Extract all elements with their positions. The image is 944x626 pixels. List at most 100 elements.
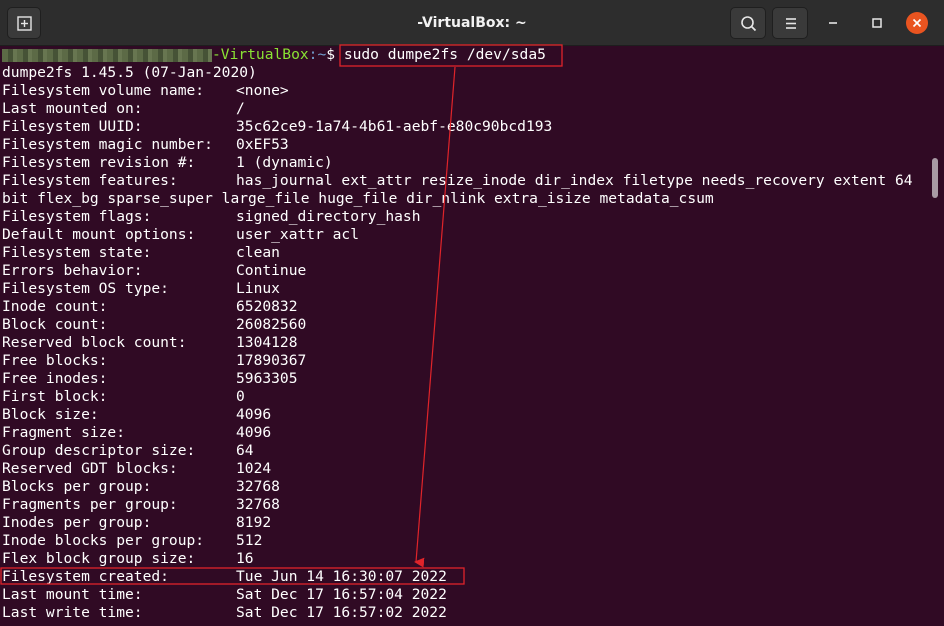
output-line: Group descriptor size: 64 <box>2 442 254 460</box>
field-value: signed_directory_hash <box>236 208 421 225</box>
field-value: 1304128 <box>236 334 298 351</box>
output-line: Filesystem features: has_journal ext_attr… <box>2 172 913 190</box>
search-icon <box>741 16 757 32</box>
field-key: Flex block group size: <box>2 550 196 567</box>
menu-button[interactable] <box>772 7 808 39</box>
field-key: Group descriptor size: <box>2 442 196 459</box>
field-key: Free blocks: <box>2 352 108 369</box>
field-key: Last mount time: <box>2 586 143 603</box>
new-tab-button[interactable] <box>7 7 41 39</box>
field-key: Blocks per group: <box>2 478 152 495</box>
field-value: 35c62ce9-1a74-4b61-aebf-e80c90bcd193 <box>236 118 553 135</box>
output-line: Filesystem flags: signed_directory_hash <box>2 208 421 226</box>
maximize-button[interactable] <box>866 12 888 34</box>
hamburger-menu-icon <box>786 18 796 29</box>
field-key: First block: <box>2 388 108 405</box>
field-value: 0 <box>236 388 245 405</box>
minimize-button[interactable] <box>822 12 844 34</box>
field-key: Last write time: <box>2 604 143 621</box>
output-line: Last write time: Sat Dec 17 16:57:02 2022 <box>2 604 447 622</box>
command-text: sudo dumpe2fs /dev/sda5 <box>343 46 546 63</box>
output-line: Default mount options: user_xattr acl <box>2 226 359 244</box>
field-key: Block count: <box>2 316 108 333</box>
output-line: Filesystem volume name: <none> <box>2 82 289 100</box>
redacted-username <box>2 48 212 62</box>
field-key: Last mounted on: <box>2 100 143 117</box>
field-value: 4096 <box>236 406 272 423</box>
output-line: Errors behavior: Continue <box>2 262 306 280</box>
output-line: Reserved GDT blocks: 1024 <box>2 460 271 478</box>
field-value: 512 <box>236 532 263 549</box>
prompt-host: -VirtualBox <box>212 46 309 63</box>
field-value: Sat Dec 17 16:57:04 2022 <box>236 586 447 603</box>
title-bar: -VirtualBox: ~ <box>0 0 944 46</box>
output-line: Filesystem state: clean <box>2 244 280 262</box>
field-value: 1024 <box>236 460 272 477</box>
field-key: Errors behavior: <box>2 262 143 279</box>
minimize-icon <box>829 22 837 24</box>
field-key: Reserved GDT blocks: <box>2 460 178 477</box>
output-line: Free blocks: 17890367 <box>2 352 306 370</box>
prompt-path: :~ <box>308 46 327 63</box>
field-value: Continue <box>236 262 307 279</box>
field-key: Reserved block count: <box>2 334 187 351</box>
field-value: 17890367 <box>236 352 307 369</box>
field-value: user_xattr acl <box>236 226 360 243</box>
close-button[interactable] <box>906 12 928 34</box>
terminal-window: -VirtualBox: ~ -VirtualBox:~$ sudo dumpe… <box>0 0 944 626</box>
field-key: Filesystem magic number: <box>2 136 213 153</box>
terminal-output[interactable]: -VirtualBox:~$ sudo dumpe2fs /dev/sda5 d… <box>0 46 930 626</box>
output-line: bit flex_bg sparse_super large_file huge… <box>2 190 714 208</box>
field-key: Inode blocks per group: <box>2 532 205 549</box>
output-line: Inode count: 6520832 <box>2 298 298 316</box>
field-value: 26082560 <box>236 316 307 333</box>
output-line: Filesystem revision #: 1 (dynamic) <box>2 154 333 172</box>
output-line: Filesystem UUID: 35c62ce9-1a74-4b61-aebf-… <box>2 118 552 136</box>
close-icon <box>912 18 922 28</box>
new-tab-icon <box>17 16 32 31</box>
prompt-line: -VirtualBox:~$ sudo dumpe2fs /dev/sda5 <box>2 46 546 64</box>
field-value: 32768 <box>236 496 280 513</box>
field-key: Filesystem features: <box>2 172 178 189</box>
field-key: Filesystem OS type: <box>2 280 169 297</box>
scrollbar-thumb[interactable] <box>932 158 938 198</box>
output-line: Last mounted on: / <box>2 100 245 118</box>
field-value: Tue Jun 14 16:30:07 2022 <box>236 568 447 585</box>
field-value: 32768 <box>236 478 280 495</box>
field-value: 64 <box>236 442 254 459</box>
field-value: <none> <box>236 82 289 99</box>
output-line: Last mount time: Sat Dec 17 16:57:04 2022 <box>2 586 447 604</box>
output-line: Fragments per group: 32768 <box>2 496 280 514</box>
field-key: Filesystem volume name: <box>2 82 205 99</box>
output-line: Inodes per group: 8192 <box>2 514 271 532</box>
field-value: 6520832 <box>236 298 298 315</box>
prompt-symbol: $ <box>326 46 344 63</box>
field-key: Filesystem UUID: <box>2 118 143 135</box>
search-button[interactable] <box>730 7 766 39</box>
field-key: Default mount options: <box>2 226 196 243</box>
output-line: Reserved block count: 1304128 <box>2 334 298 352</box>
output-line: Flex block group size: 16 <box>2 550 254 568</box>
field-value: 16 <box>236 550 254 567</box>
field-value: bit flex_bg sparse_super large_file huge… <box>2 190 714 207</box>
output-line: Free inodes: 5963305 <box>2 370 298 388</box>
field-key: Free inodes: <box>2 370 108 387</box>
field-value: Sat Dec 17 16:57:02 2022 <box>236 604 447 621</box>
field-value: 0xEF53 <box>236 136 289 153</box>
field-value: / <box>236 100 245 117</box>
field-key: Filesystem created: <box>2 568 169 585</box>
output-line: Inode blocks per group: 512 <box>2 532 262 550</box>
field-key: Filesystem revision #: <box>2 154 196 171</box>
field-key: Fragment size: <box>2 424 126 441</box>
field-value: 4096 <box>236 424 272 441</box>
field-key: Filesystem state: <box>2 244 152 261</box>
output-line: Block size: 4096 <box>2 406 271 424</box>
output-line: Filesystem OS type: Linux <box>2 280 280 298</box>
field-value: has_journal ext_attr resize_inode dir_in… <box>236 172 913 189</box>
field-value: 8192 <box>236 514 272 531</box>
field-value: 5963305 <box>236 370 298 387</box>
field-value: Linux <box>236 280 280 297</box>
version-line: dumpe2fs 1.45.5 (07-Jan-2020) <box>2 64 257 81</box>
scrollbar[interactable] <box>930 46 944 626</box>
field-key: Inode count: <box>2 298 108 315</box>
